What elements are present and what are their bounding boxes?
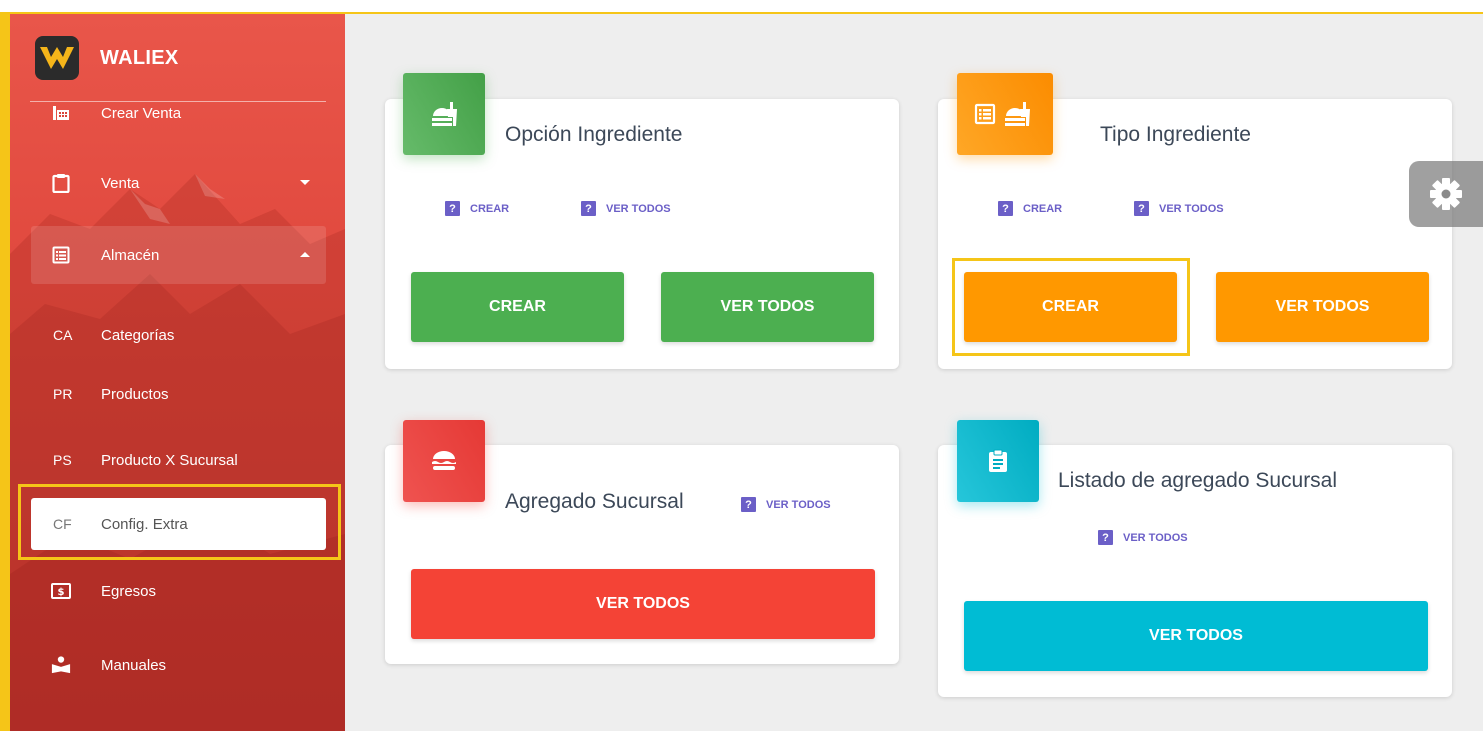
sidebar-item-abbr: PS [53, 452, 72, 468]
card-title: Agregado Sucursal [505, 490, 684, 513]
ver-todos-button[interactable]: VER TODOS [1216, 272, 1429, 342]
brand-name: WALIEX [100, 46, 179, 69]
ver-todos-button[interactable]: VER TODOS [411, 569, 875, 639]
sidebar-item-productos[interactable]: PR Productos [31, 365, 326, 423]
ver-todos-link[interactable]: ? VER TODOS [1098, 530, 1188, 545]
help-icon: ? [741, 497, 756, 512]
help-icon: ? [1098, 530, 1113, 545]
ver-todos-link[interactable]: ? VER TODOS [741, 497, 831, 512]
sidebar-item-label: Productos [101, 385, 169, 403]
chevron-up-icon [300, 252, 310, 257]
crear-link[interactable]: ? CREAR [998, 201, 1062, 216]
sidebar-item-abbr: CA [53, 327, 73, 343]
link-label: VER TODOS [606, 202, 671, 215]
link-label: CREAR [470, 202, 510, 215]
sidebar-item-label: Producto X Sucursal [101, 451, 238, 469]
help-icon: ? [998, 201, 1013, 216]
waliex-logo [35, 36, 79, 80]
sidebar: WALIEX Crear Venta Venta Almacén CA Cate… [10, 14, 345, 731]
link-label: VER TODOS [1123, 531, 1188, 544]
ver-todos-button[interactable]: VER TODOS [661, 272, 874, 342]
clipboard-list-icon [957, 420, 1039, 502]
sidebar-item-label: Egresos [101, 582, 157, 600]
settings-button[interactable] [1409, 161, 1483, 227]
card-title: Tipo Ingrediente [1100, 123, 1251, 146]
crear-link[interactable]: ? CREAR [445, 201, 509, 216]
burger-icon [403, 420, 485, 502]
crear-button[interactable]: CREAR [964, 272, 1177, 342]
help-icon: ? [581, 201, 596, 216]
ver-todos-link[interactable]: ? VER TODOS [581, 201, 671, 216]
clipboard-icon [51, 173, 71, 193]
sidebar-item-label: Crear Venta [101, 104, 182, 122]
brand[interactable]: WALIEX [34, 28, 178, 88]
link-label: VER TODOS [766, 498, 831, 511]
sidebar-item-label: Categorías [101, 326, 175, 344]
sidebar-item-categorias[interactable]: CA Categorías [31, 306, 326, 364]
list-box-icon [51, 245, 71, 265]
ver-todos-button[interactable]: VER TODOS [964, 601, 1428, 671]
sidebar-item-crear-venta[interactable]: Crear Venta [31, 84, 326, 142]
svg-text:$: $ [58, 587, 65, 598]
cash-register-icon [51, 103, 71, 123]
sidebar-item-abbr: PR [53, 386, 73, 402]
sidebar-item-venta[interactable]: Venta [31, 154, 326, 212]
dollar-box-icon: $ [51, 581, 71, 601]
card-title: Opción Ingrediente [505, 123, 683, 146]
help-icon: ? [445, 201, 460, 216]
link-label: VER TODOS [1159, 202, 1224, 215]
sidebar-item-producto-x-sucursal[interactable]: PS Producto X Sucursal [31, 431, 326, 489]
link-label: CREAR [1023, 202, 1063, 215]
reader-icon [51, 655, 71, 675]
highlight-frame-left [0, 12, 10, 731]
sidebar-item-label: Manuales [101, 656, 167, 674]
crear-button[interactable]: CREAR [411, 272, 624, 342]
help-icon: ? [1134, 201, 1149, 216]
sidebar-item-label: Almacén [101, 246, 160, 264]
gear-icon [1430, 178, 1462, 210]
main-content: Opción Ingrediente ? CREAR ? VER TODOS C… [345, 14, 1483, 731]
ver-todos-link[interactable]: ? VER TODOS [1134, 201, 1224, 216]
sidebar-item-almacen[interactable]: Almacén [31, 226, 326, 284]
sidebar-item-abbr: CF [53, 516, 72, 532]
sidebar-item-config-extra[interactable]: CF Config. Extra [31, 498, 326, 550]
sidebar-item-label: Venta [101, 174, 140, 192]
sidebar-item-egresos[interactable]: $ Egresos [31, 562, 326, 620]
list-food-icon [957, 73, 1053, 155]
sidebar-item-manuales[interactable]: Manuales [31, 636, 326, 694]
food-drink-icon [403, 73, 485, 155]
sidebar-item-label: Config. Extra [101, 515, 188, 533]
card-title: Listado de agregado Sucursal [1058, 469, 1338, 492]
chevron-down-icon [300, 180, 310, 185]
